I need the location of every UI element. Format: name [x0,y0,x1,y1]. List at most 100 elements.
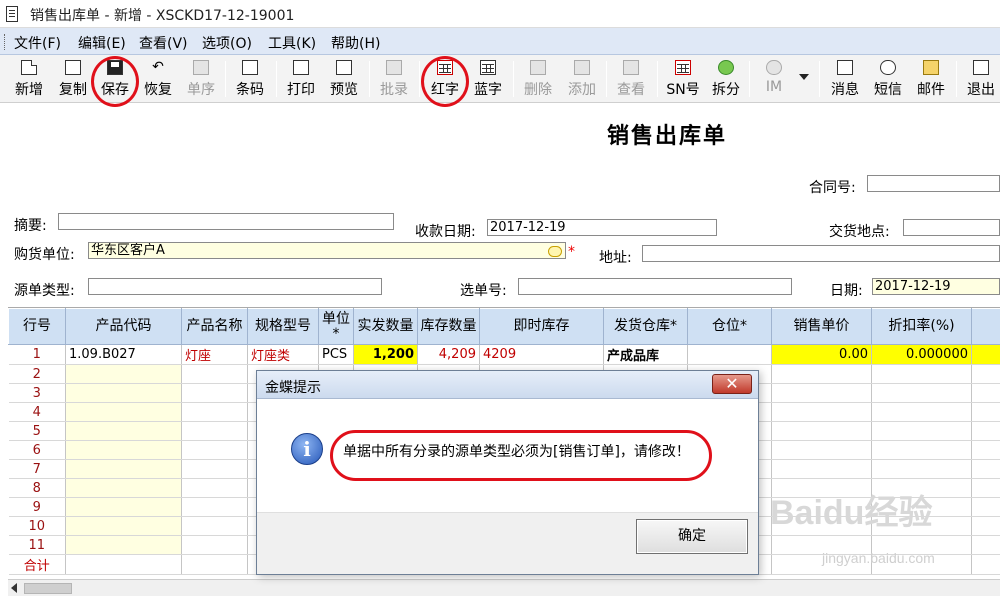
message-icon [837,60,853,75]
col-header-discount[interactable]: 折扣率(%) [871,308,972,345]
delivery-place-field[interactable] [903,219,1000,236]
contract-label: 合同号: [809,180,856,196]
exit-button[interactable]: 退出 [962,58,1000,100]
cell-code[interactable] [65,459,182,479]
exit-door-icon [973,60,989,75]
toolbar-separator [369,61,370,97]
menu-file[interactable]: 文件(F) [14,33,61,53]
cell-instant-stock: 4209 [479,344,604,365]
cell-qty[interactable]: 1,200 [353,344,418,365]
sequence-icon [193,60,209,75]
chevron-down-icon [799,74,809,80]
toolbar-separator [956,61,957,97]
table-row[interactable]: 1 1.09.B027 灯座 灯座类 PCS 1,200 4,209 4209 … [8,344,1000,365]
summary-label: 摘要: [14,218,47,234]
message-button[interactable]: 消息 [826,58,864,100]
menu-view[interactable]: 查看(V) [139,33,188,53]
view-button[interactable]: 查看 [612,58,650,100]
cell-code[interactable] [65,364,182,384]
add-row-button[interactable]: 添加 [563,58,601,100]
row-number: 2 [8,364,66,384]
address-field[interactable] [642,245,1000,262]
menu-options[interactable]: 选项(O) [202,33,252,53]
cell-code[interactable] [65,421,182,441]
cell-location[interactable] [687,344,772,365]
toolbar-separator [513,61,514,97]
cell-code[interactable] [65,516,182,536]
cell-discount[interactable]: 0.000000 [871,344,972,365]
row-number: 5 [8,421,66,441]
row-number: 1 [8,344,66,365]
new-button[interactable]: 新增 [10,58,48,100]
dialog-title: 金蝶提示 [265,380,321,396]
cell-warehouse[interactable]: 产成品库 [603,344,688,365]
title-bar: 销售出库单 - 新增 - XSCKD17-12-19001 [0,0,1000,28]
cell-code[interactable] [65,535,182,555]
cell-code[interactable] [65,402,182,422]
sms-button[interactable]: 短信 [869,58,907,100]
print-button[interactable]: 打印 [282,58,320,100]
toolbar: 新增 复制 保存 ↶ 恢复 单序 条码 打印 预览 批录 红字 蓝字 删除 添加 … [0,55,1000,103]
batch-icon [386,60,402,75]
blue-entry-button[interactable]: 蓝字 [469,58,507,100]
col-header-price[interactable]: 销售单价 [771,308,872,345]
col-header-warehouse[interactable]: 发货仓库* [603,308,688,345]
col-header-code[interactable]: 产品代码 [65,308,182,345]
col-header-name[interactable]: 产品名称 [181,308,248,345]
cell-name[interactable]: 灯座 [181,344,248,365]
cell-price[interactable]: 0.00 [771,344,872,365]
col-header-partial[interactable]: 销 [971,308,1000,345]
col-header-unit[interactable]: 单位* [318,308,354,345]
barcode-button[interactable]: 条码 [231,58,269,100]
toolbar-separator [819,61,820,97]
cell-unit[interactable]: PCS [318,344,354,365]
cell-code[interactable] [65,383,182,403]
collect-date-field[interactable]: 2017-12-19 [487,219,717,236]
menu-edit[interactable]: 编辑(E) [78,33,126,53]
buyer-field[interactable]: 华东区客户A [88,242,566,259]
restore-button[interactable]: ↶ 恢复 [139,58,177,100]
cell-partial[interactable] [971,344,1000,365]
menu-tools[interactable]: 工具(K) [268,33,316,53]
source-type-label: 源单类型: [14,283,75,299]
ok-button[interactable]: 确定 [636,519,748,554]
cell-code[interactable]: 1.09.B027 [65,344,182,365]
summary-field[interactable] [58,213,394,230]
horizontal-scrollbar[interactable] [8,579,1000,596]
im-dropdown-button[interactable] [796,58,812,100]
cell-code[interactable] [65,478,182,498]
close-button[interactable]: ✕ [712,374,752,394]
col-header-row-no[interactable]: 行号 [8,308,66,345]
cell-code[interactable] [65,497,182,517]
split-button[interactable]: 拆分 [707,58,745,100]
contract-field[interactable] [867,175,1000,192]
im-button[interactable]: IM [755,58,793,100]
single-sequence-button[interactable]: 单序 [182,58,220,100]
row-number: 6 [8,440,66,460]
col-header-spec[interactable]: 规格型号 [247,308,319,345]
col-header-stock[interactable]: 库存数量 [417,308,480,345]
delete-row-button[interactable]: 删除 [519,58,557,100]
scroll-thumb[interactable] [24,583,72,594]
copy-button[interactable]: 复制 [54,58,92,100]
col-header-instant-stock[interactable]: 即时库存 [479,308,604,345]
scroll-left-arrow-icon[interactable] [11,583,17,593]
row-number: 7 [8,459,66,479]
cell-spec[interactable]: 灯座类 [247,344,319,365]
col-header-qty[interactable]: 实发数量 [353,308,418,345]
batch-entry-button[interactable]: 批录 [375,58,413,100]
preview-button[interactable]: 预览 [325,58,363,100]
date-field[interactable]: 2017-12-19 [872,278,1000,295]
mail-button[interactable]: 邮件 [912,58,950,100]
source-type-field[interactable] [88,278,382,295]
col-header-location[interactable]: 仓位* [687,308,772,345]
lookup-icon[interactable] [548,246,562,257]
row-number: 3 [8,383,66,403]
menu-help[interactable]: 帮助(H) [331,33,380,53]
save-highlight-circle [91,56,139,107]
select-no-label: 选单号: [460,283,507,299]
document-icon [6,6,18,22]
select-no-field[interactable] [518,278,792,295]
cell-code[interactable] [65,440,182,460]
sn-button[interactable]: SN号 [663,58,703,100]
